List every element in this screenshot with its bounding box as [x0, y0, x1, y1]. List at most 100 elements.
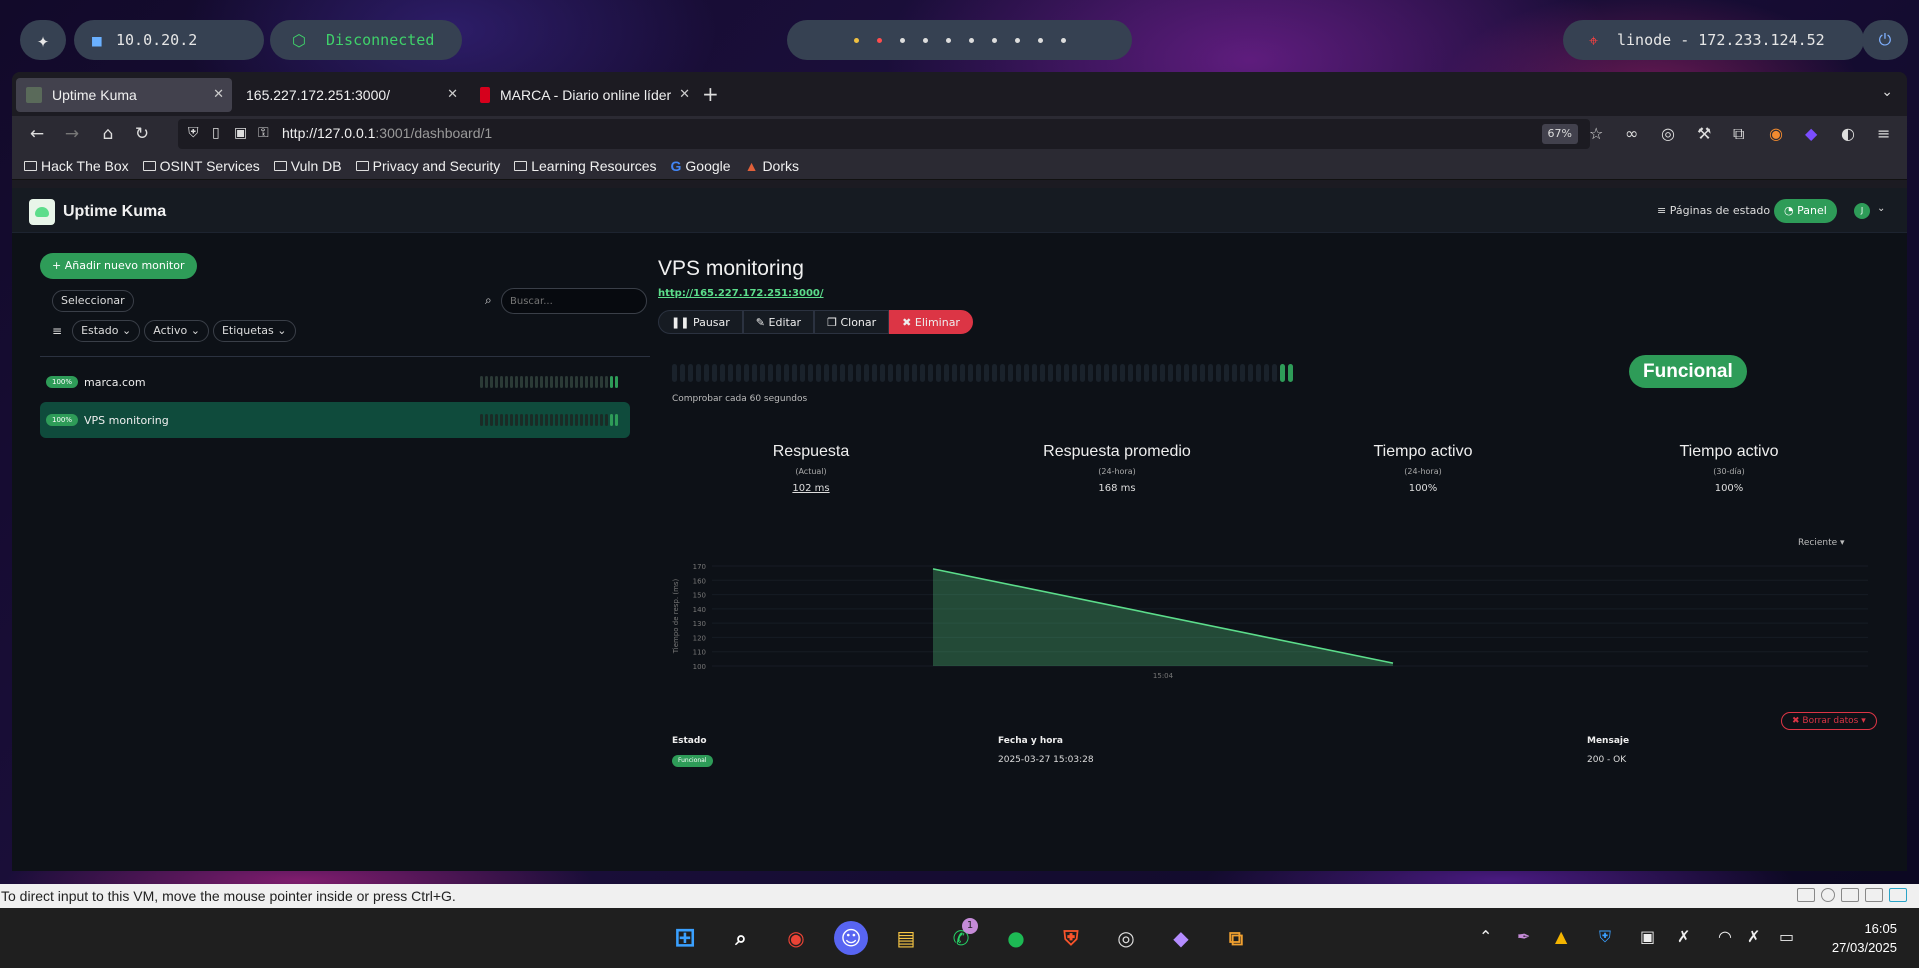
- workspace-dot[interactable]: [922, 37, 928, 43]
- obsidian-icon[interactable]: ◆: [1164, 921, 1198, 955]
- mask-icon[interactable]: ∞: [1625, 124, 1638, 143]
- tab-marca[interactable]: MARCA - Diario online líder ✕: [470, 78, 698, 112]
- key-icon[interactable]: ⚿: [258, 125, 269, 141]
- bookmark-dorks[interactable]: ▲ Dorks: [745, 158, 799, 174]
- heartbeat-tick: [1072, 364, 1077, 382]
- kali-menu-button[interactable]: ✦: [20, 20, 66, 60]
- hdd-icon[interactable]: [1797, 888, 1815, 902]
- target-indicator[interactable]: ⌖ linode - 172.233.124.52: [1563, 20, 1864, 60]
- bookmark-privacy-security[interactable]: Privacy and Security: [355, 158, 500, 174]
- panel-label: Panel: [1797, 204, 1827, 217]
- monitor-url-link[interactable]: http://165.227.172.251:3000/: [658, 288, 824, 299]
- close-icon[interactable]: ✕: [447, 86, 458, 102]
- file-explorer-icon[interactable]: ▤: [889, 921, 923, 955]
- delete-button[interactable]: ✖ Eliminar: [889, 310, 973, 334]
- shield-icon[interactable]: ⛨: [188, 125, 199, 141]
- url-text[interactable]: http://127.0.0.1:3001/dashboard/1: [282, 125, 492, 141]
- network-icon[interactable]: [1841, 888, 1859, 902]
- zoom-indicator[interactable]: 67%: [1541, 124, 1578, 144]
- spotify-icon[interactable]: ●: [999, 921, 1033, 955]
- tab-uptime-kuma[interactable]: Uptime Kuma ✕: [16, 78, 232, 112]
- back-arrow-icon[interactable]: ←: [26, 124, 48, 144]
- stat-value[interactable]: 102 ms: [658, 483, 964, 494]
- list-tabs-chevron-icon[interactable]: ⌄: [1881, 84, 1893, 100]
- vpn-lock-icon[interactable]: ◎: [1109, 921, 1143, 955]
- clock[interactable]: 16:05 27/03/2025: [1832, 919, 1897, 957]
- avatar[interactable]: J: [1854, 203, 1870, 219]
- windows-start-icon[interactable]: ⊞: [668, 921, 702, 955]
- monitor-item-vps[interactable]: 100% VPS monitoring: [40, 402, 630, 438]
- bookmark-vuln-db[interactable]: Vuln DB: [273, 158, 342, 174]
- workspace-dot[interactable]: [945, 37, 951, 43]
- vpn-indicator[interactable]: ⬡ Disconnected: [270, 20, 462, 60]
- workspace-dot[interactable]: [1037, 37, 1043, 43]
- chevron-down-icon[interactable]: ⌄: [1877, 203, 1885, 214]
- google-drive-icon[interactable]: ▲: [1555, 927, 1567, 946]
- ip-indicator[interactable]: ■ 10.0.20.2: [74, 20, 264, 60]
- wrench-icon[interactable]: ⚒: [1697, 124, 1711, 143]
- foxyproxy-icon[interactable]: ◉: [1769, 124, 1783, 143]
- discord-icon[interactable]: ☺: [834, 921, 868, 955]
- brand[interactable]: Uptime Kuma: [29, 199, 166, 225]
- screen-capture-icon[interactable]: ▣: [1640, 927, 1655, 946]
- cookie-editor-icon[interactable]: ◐: [1841, 124, 1855, 143]
- clone-button[interactable]: ❐ Clonar: [814, 310, 890, 334]
- add-monitor-button[interactable]: + Añadir nuevo monitor: [40, 253, 197, 279]
- home-icon[interactable]: ⌂: [97, 124, 119, 144]
- dashboard-button[interactable]: ◔ Panel: [1774, 199, 1837, 223]
- close-icon[interactable]: ✕: [679, 86, 690, 102]
- bookmark-osint-services[interactable]: OSINT Services: [142, 158, 260, 174]
- bookmark-learning-resources[interactable]: Learning Resources: [514, 158, 657, 174]
- chevron-up-icon[interactable]: ⌃: [1479, 927, 1492, 946]
- search-icon[interactable]: ⌕: [724, 921, 758, 955]
- workspace-dot[interactable]: [1060, 37, 1066, 43]
- feather-icon[interactable]: ✒: [1517, 927, 1530, 946]
- hamburger-menu-icon[interactable]: ≡: [1877, 124, 1890, 143]
- edit-button[interactable]: ✎ Editar: [742, 310, 815, 334]
- usb-icon[interactable]: [1865, 888, 1883, 902]
- account-icon[interactable]: ◎: [1661, 124, 1675, 143]
- cd-icon[interactable]: [1821, 888, 1835, 902]
- filter-tags[interactable]: Etiquetas ⌄: [212, 320, 296, 342]
- power-button[interactable]: ⏻: [1862, 20, 1908, 60]
- wappalyzer-icon[interactable]: ◆: [1805, 124, 1817, 143]
- wifi-icon[interactable]: ◠: [1718, 927, 1732, 946]
- check-interval: Comprobar cada 60 segundos: [672, 394, 808, 404]
- filter-status[interactable]: Estado ⌄: [72, 320, 141, 342]
- bookmark-star-icon[interactable]: ☆: [1589, 124, 1603, 143]
- virtualbox-icon[interactable]: ⧉: [1219, 921, 1253, 955]
- bookmark-google[interactable]: G Google: [671, 158, 731, 174]
- battery-icon[interactable]: ▭: [1779, 927, 1794, 946]
- workspace-dot[interactable]: [899, 37, 905, 43]
- workspace-dot[interactable]: [876, 37, 882, 43]
- workspace-switcher[interactable]: [787, 20, 1132, 60]
- filter-active[interactable]: Activo ⌄: [144, 320, 209, 342]
- close-icon[interactable]: ✕: [213, 86, 224, 102]
- volume-muted-icon[interactable]: ✗: [1747, 927, 1760, 946]
- reload-icon[interactable]: ↻: [131, 124, 153, 144]
- pause-button[interactable]: ❚❚ Pausar: [658, 310, 743, 334]
- bookmark-hack-the-box[interactable]: Hack The Box: [24, 158, 129, 174]
- workspace-dot[interactable]: [968, 37, 974, 43]
- new-tab-button[interactable]: +: [702, 82, 719, 106]
- status-pages-link[interactable]: ≡ Páginas de estado: [1657, 204, 1770, 217]
- url-bar[interactable]: ⛨ ▯ ▣ ⚿ http://127.0.0.1:3001/dashboard/…: [178, 119, 1590, 149]
- tab-vps[interactable]: 165.227.172.251:3000/ ✕: [236, 78, 466, 112]
- monitor-item-marca[interactable]: 100% marca.com: [40, 364, 630, 400]
- search-input[interactable]: [501, 288, 647, 314]
- forward-arrow-icon[interactable]: →: [61, 124, 83, 144]
- image-icon[interactable]: ▣: [234, 125, 247, 141]
- crosshair-icon: ⌖: [1589, 31, 1599, 50]
- chrome-icon[interactable]: ◉: [779, 921, 813, 955]
- notes-icon[interactable]: [1889, 888, 1907, 902]
- select-button[interactable]: Seleccionar: [52, 290, 134, 312]
- workspace-dot[interactable]: [991, 37, 997, 43]
- workspace-dot[interactable]: [1014, 37, 1020, 43]
- workspace-dot[interactable]: [853, 37, 859, 43]
- extensions-icon[interactable]: ⧉: [1733, 124, 1744, 144]
- firefox-window: Uptime Kuma ✕ 165.227.172.251:3000/ ✕ MA…: [12, 72, 1907, 871]
- delete-data-button[interactable]: ✖ Borrar datos ▾: [1781, 712, 1877, 730]
- defender-icon[interactable]: ⛨: [1599, 927, 1611, 947]
- mute-icon[interactable]: ✗: [1677, 927, 1690, 946]
- brave-icon[interactable]: ⛨: [1054, 921, 1088, 955]
